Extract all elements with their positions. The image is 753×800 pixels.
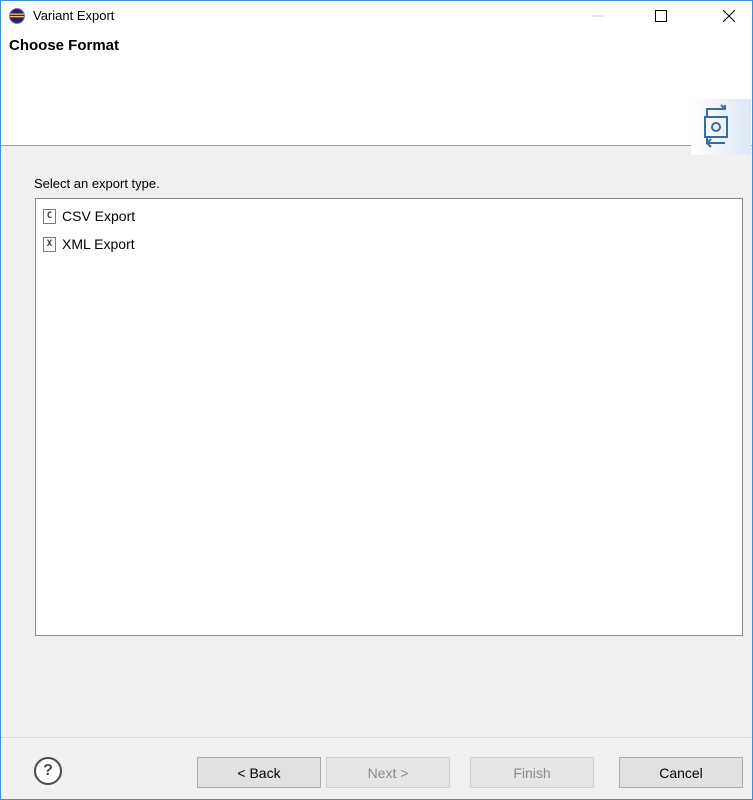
help-icon: ?: [43, 762, 53, 779]
help-button[interactable]: ?: [34, 757, 62, 785]
eclipse-icon: [9, 8, 25, 24]
list-item-label: XML Export: [62, 236, 135, 252]
close-button[interactable]: [706, 1, 752, 31]
cancel-button[interactable]: Cancel: [619, 757, 743, 788]
page-title: Choose Format: [9, 37, 120, 54]
window-title: Variant Export: [33, 8, 115, 23]
xml-file-icon: X: [43, 236, 56, 252]
next-button[interactable]: Next >: [326, 757, 450, 788]
minimize-icon: [592, 15, 604, 17]
footer-divider: [1, 737, 752, 738]
minimize-button[interactable]: [575, 1, 621, 31]
maximize-icon: [655, 10, 667, 22]
csv-file-icon: C: [43, 208, 56, 224]
variant-export-dialog: Variant Export Choose Format Select an e…: [0, 0, 753, 800]
maximize-button[interactable]: [638, 1, 684, 31]
list-item-xml-export[interactable]: X XML Export: [43, 233, 135, 255]
back-button[interactable]: < Back: [197, 757, 321, 788]
close-icon: [723, 10, 735, 22]
export-wizard-icon: [691, 99, 751, 155]
title-bar[interactable]: Variant Export: [1, 1, 752, 31]
list-item-csv-export[interactable]: C CSV Export: [43, 205, 135, 227]
list-item-label: CSV Export: [62, 208, 136, 224]
export-type-label: Select an export type.: [34, 176, 160, 191]
finish-button[interactable]: Finish: [470, 757, 594, 788]
export-type-list[interactable]: C CSV Export X XML Export: [35, 198, 743, 636]
